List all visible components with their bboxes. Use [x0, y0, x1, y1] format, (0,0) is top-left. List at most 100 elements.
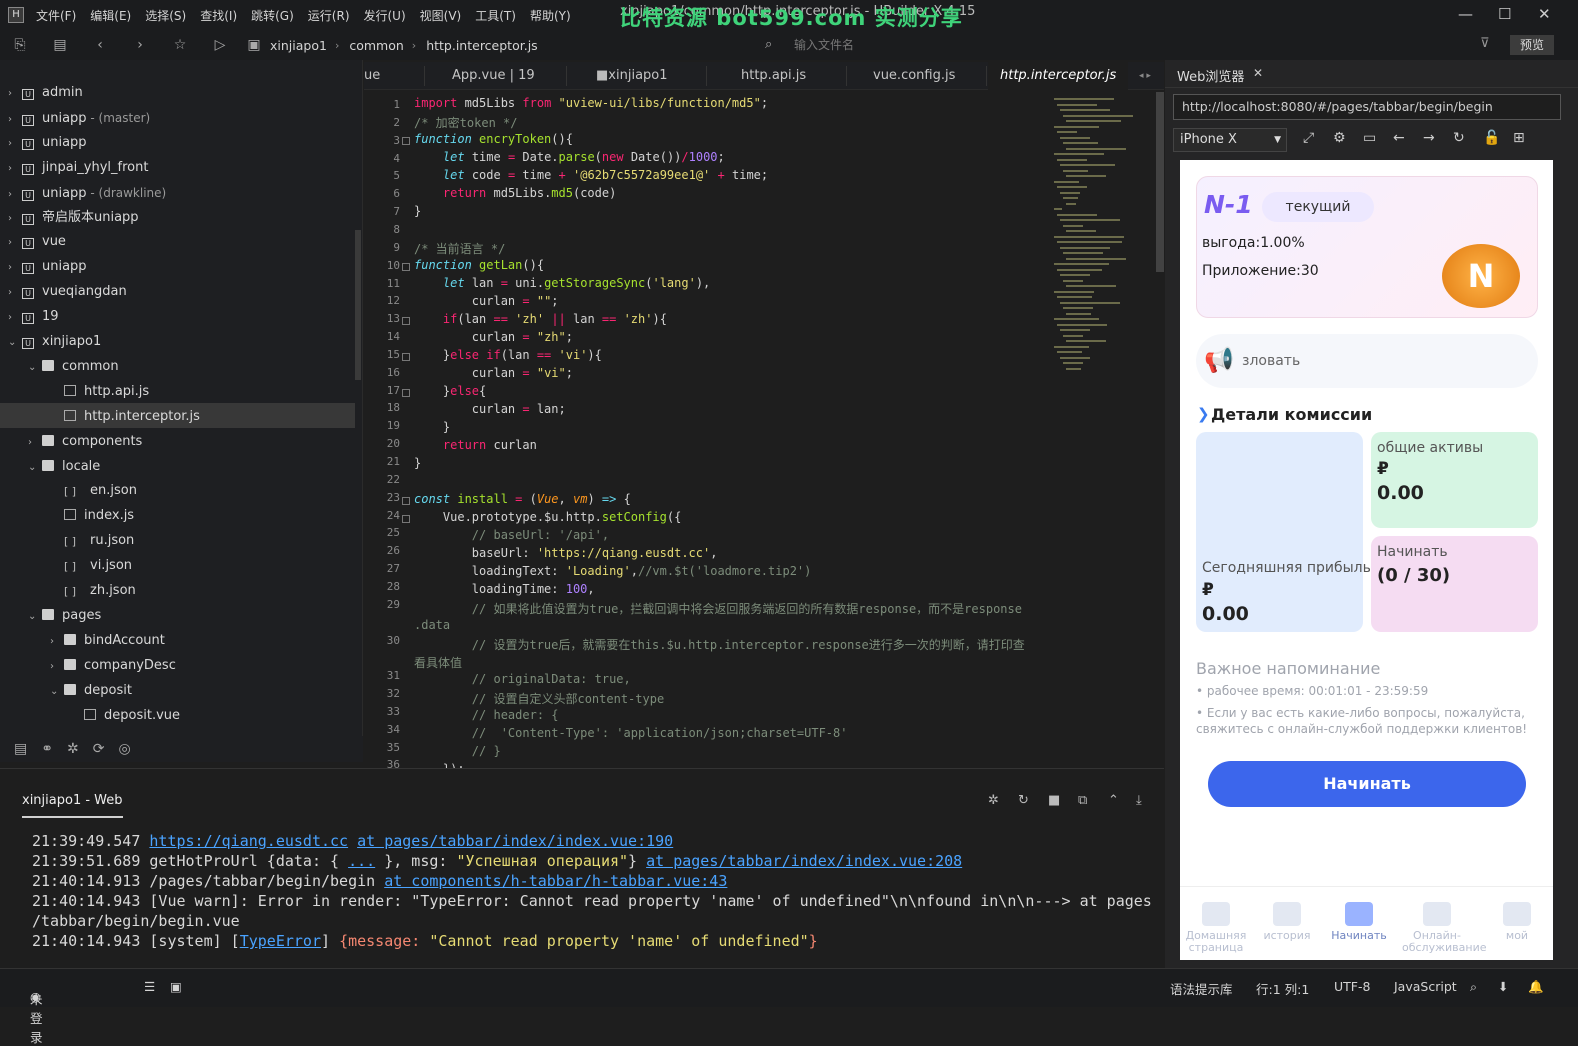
refresh-icon[interactable]: ↻ [1453, 130, 1465, 146]
filter-icon[interactable]: ⊽ [1480, 36, 1490, 51]
run-icon[interactable]: ▷ [210, 35, 230, 55]
tree-item[interactable]: › U 帝启版本uniapp [8, 206, 139, 230]
fold-toggle-icon[interactable] [402, 515, 410, 523]
tree-item[interactable]: [ ] vi.json [50, 554, 132, 578]
chevron-down-icon[interactable]: ⌄ [28, 356, 42, 380]
chevron-right-icon[interactable]: › [8, 183, 22, 207]
tree-item[interactable]: › U 19 [8, 305, 59, 329]
menu-tools[interactable]: 工具(T) [475, 7, 516, 24]
tree-item[interactable]: index.js [50, 504, 134, 528]
tab-vue-config[interactable]: vue.config.js [873, 62, 955, 90]
tree-item[interactable]: › bindAccount [50, 629, 165, 653]
tree-item[interactable]: ⌄ deposit [50, 679, 132, 703]
forward-arrow-icon[interactable]: → [1423, 130, 1435, 146]
tab-http-interceptor[interactable]: http.interceptor.js [988, 62, 1129, 90]
tree-item[interactable]: ⌄ locale [28, 455, 100, 479]
chevron-right-icon[interactable]: › [8, 207, 22, 231]
collapse-up-icon[interactable]: ⌃ [1108, 793, 1119, 808]
download-icon[interactable]: ⬇ [1498, 979, 1508, 994]
tree-item[interactable]: http.api.js [50, 380, 149, 404]
menu-edit[interactable]: 编辑(E) [90, 7, 131, 24]
tree-item[interactable]: › Uvue [8, 230, 66, 254]
menu-select[interactable]: 选择(S) [145, 7, 186, 24]
breadcrumb-folder[interactable]: common [349, 38, 403, 53]
code-editor[interactable]: 1 2 3 4 5 6 7 8 9 10 11 12 13 14 15 16 17 18 19 20 21 22 23 24 2… [364, 92, 1164, 768]
tree-item[interactable]: › components [28, 430, 142, 454]
debug-icon[interactable]: ✲ [67, 741, 79, 757]
menu-help[interactable]: 帮助(Y) [530, 7, 571, 24]
fold-toggle-icon[interactable] [402, 389, 410, 397]
chevron-right-icon[interactable]: › [50, 655, 64, 679]
fold-toggle-icon[interactable] [402, 263, 410, 271]
tree-item[interactable]: [ ] en.json [50, 479, 137, 503]
breadcrumb-project[interactable]: xinjiapo1 [270, 38, 327, 53]
syntax-hint[interactable]: 语法提示库 [1170, 979, 1233, 998]
settings-icon[interactable]: ⚙ [1333, 130, 1346, 146]
chevron-down-icon[interactable]: ⌄ [28, 605, 42, 629]
tree-item[interactable]: [ ] ru.json [50, 529, 134, 553]
device-select[interactable]: iPhone X ▼ [1173, 128, 1287, 152]
tab-ue[interactable]: ue [364, 62, 380, 90]
save-icon[interactable]: ▤ [50, 35, 70, 55]
tree-item[interactable]: › Uuniapp - (drawkline) [8, 181, 166, 205]
chevron-right-icon[interactable]: › [50, 630, 64, 654]
menu-file[interactable]: 文件(F) [36, 7, 76, 24]
menu-run[interactable]: 运行(R) [308, 7, 350, 24]
chevron-down-icon[interactable]: ⌄ [28, 456, 42, 480]
tree-item[interactable]: › Uadmin [8, 81, 83, 105]
chevron-right-icon[interactable]: › [28, 431, 42, 455]
git-icon[interactable]: ⟳ [93, 741, 105, 757]
fold-toggle-icon[interactable] [402, 317, 410, 325]
tree-item[interactable]: › companyDesc [50, 654, 176, 678]
chevron-right-icon[interactable]: › [8, 132, 22, 156]
menu-publish[interactable]: 发行(U) [364, 7, 406, 24]
tree-item[interactable]: [ ] zh.json [50, 579, 136, 603]
chevron-down-icon[interactable]: ⌄ [8, 331, 22, 355]
fold-toggle-icon[interactable] [402, 497, 410, 505]
maximize-icon[interactable]: ☐ [1498, 5, 1511, 23]
list-icon[interactable]: ☰ [144, 979, 155, 994]
url-input[interactable]: http://localhost:8080/#/pages/tabbar/beg… [1173, 94, 1561, 120]
nav-start[interactable]: Начинать [1324, 902, 1394, 942]
chevron-right-icon[interactable]: › [8, 281, 22, 305]
tree-item[interactable]: › Uuniapp [8, 131, 87, 155]
close-tab-icon[interactable]: ✕ [1253, 66, 1263, 80]
restart-icon[interactable]: ↻ [1018, 793, 1029, 808]
qr-code-icon[interactable]: ⊞ [1513, 130, 1525, 146]
tree-item[interactable]: › Ujinpai_yhyl_front [8, 156, 148, 180]
tab-scroll-icon[interactable]: ◂ ▸ [1139, 62, 1151, 90]
cursor-position[interactable]: 行:1 列:1 [1256, 979, 1309, 998]
start-button[interactable]: Начинать [1208, 761, 1526, 807]
star-icon[interactable]: ☆ [170, 35, 190, 55]
minimize-icon[interactable]: — [1458, 5, 1473, 23]
binoculars-icon[interactable]: ⚭ [41, 741, 53, 757]
tree-item[interactable]: › Uvueqiangdan [8, 280, 127, 304]
tab-xinjiapo1[interactable]: ■xinjiapo1 [596, 62, 668, 90]
terminal-icon[interactable]: ▣ [170, 979, 182, 994]
tree-item[interactable]: deposit.vue [70, 704, 180, 728]
back-arrow-icon[interactable]: ← [1393, 130, 1405, 146]
chevron-right-icon[interactable]: › [8, 157, 22, 181]
tree-item[interactable]: ⌄ Uxinjiapo1 [8, 330, 101, 354]
tree-item[interactable]: ⌄ pages [28, 604, 101, 628]
fold-toggle-icon[interactable] [402, 353, 410, 361]
console-tab[interactable]: xinjiapo1 - Web [22, 793, 123, 818]
web-icon[interactable]: ◎ [118, 741, 130, 757]
new-file-icon[interactable]: ⎘ [10, 35, 30, 55]
breadcrumb-file[interactable]: http.interceptor.js [426, 38, 537, 53]
clear-console-icon[interactable]: ⤓ [1136, 793, 1142, 808]
stop-icon[interactable]: ■ [1048, 793, 1060, 808]
chevron-right-icon[interactable]: › [8, 231, 22, 255]
lock-icon[interactable]: 🔓 [1483, 130, 1500, 146]
back-icon[interactable]: ‹ [90, 35, 110, 55]
close-icon[interactable]: ✕ [1538, 5, 1551, 23]
encoding[interactable]: UTF-8 [1334, 979, 1370, 994]
open-external-icon[interactable]: ⧉ [1078, 793, 1087, 808]
explorer-icon[interactable]: ▤ [14, 741, 27, 757]
tree-item[interactable]: http.interceptor.js [50, 405, 200, 429]
tree-item[interactable]: › Uuniapp - (master) [8, 106, 150, 130]
nav-home[interactable]: Домашняя страница [1181, 902, 1251, 954]
nav-mine[interactable]: мой [1482, 902, 1552, 942]
editor-scrollbar[interactable] [1156, 92, 1164, 272]
menu-view[interactable]: 视图(V) [420, 7, 462, 24]
